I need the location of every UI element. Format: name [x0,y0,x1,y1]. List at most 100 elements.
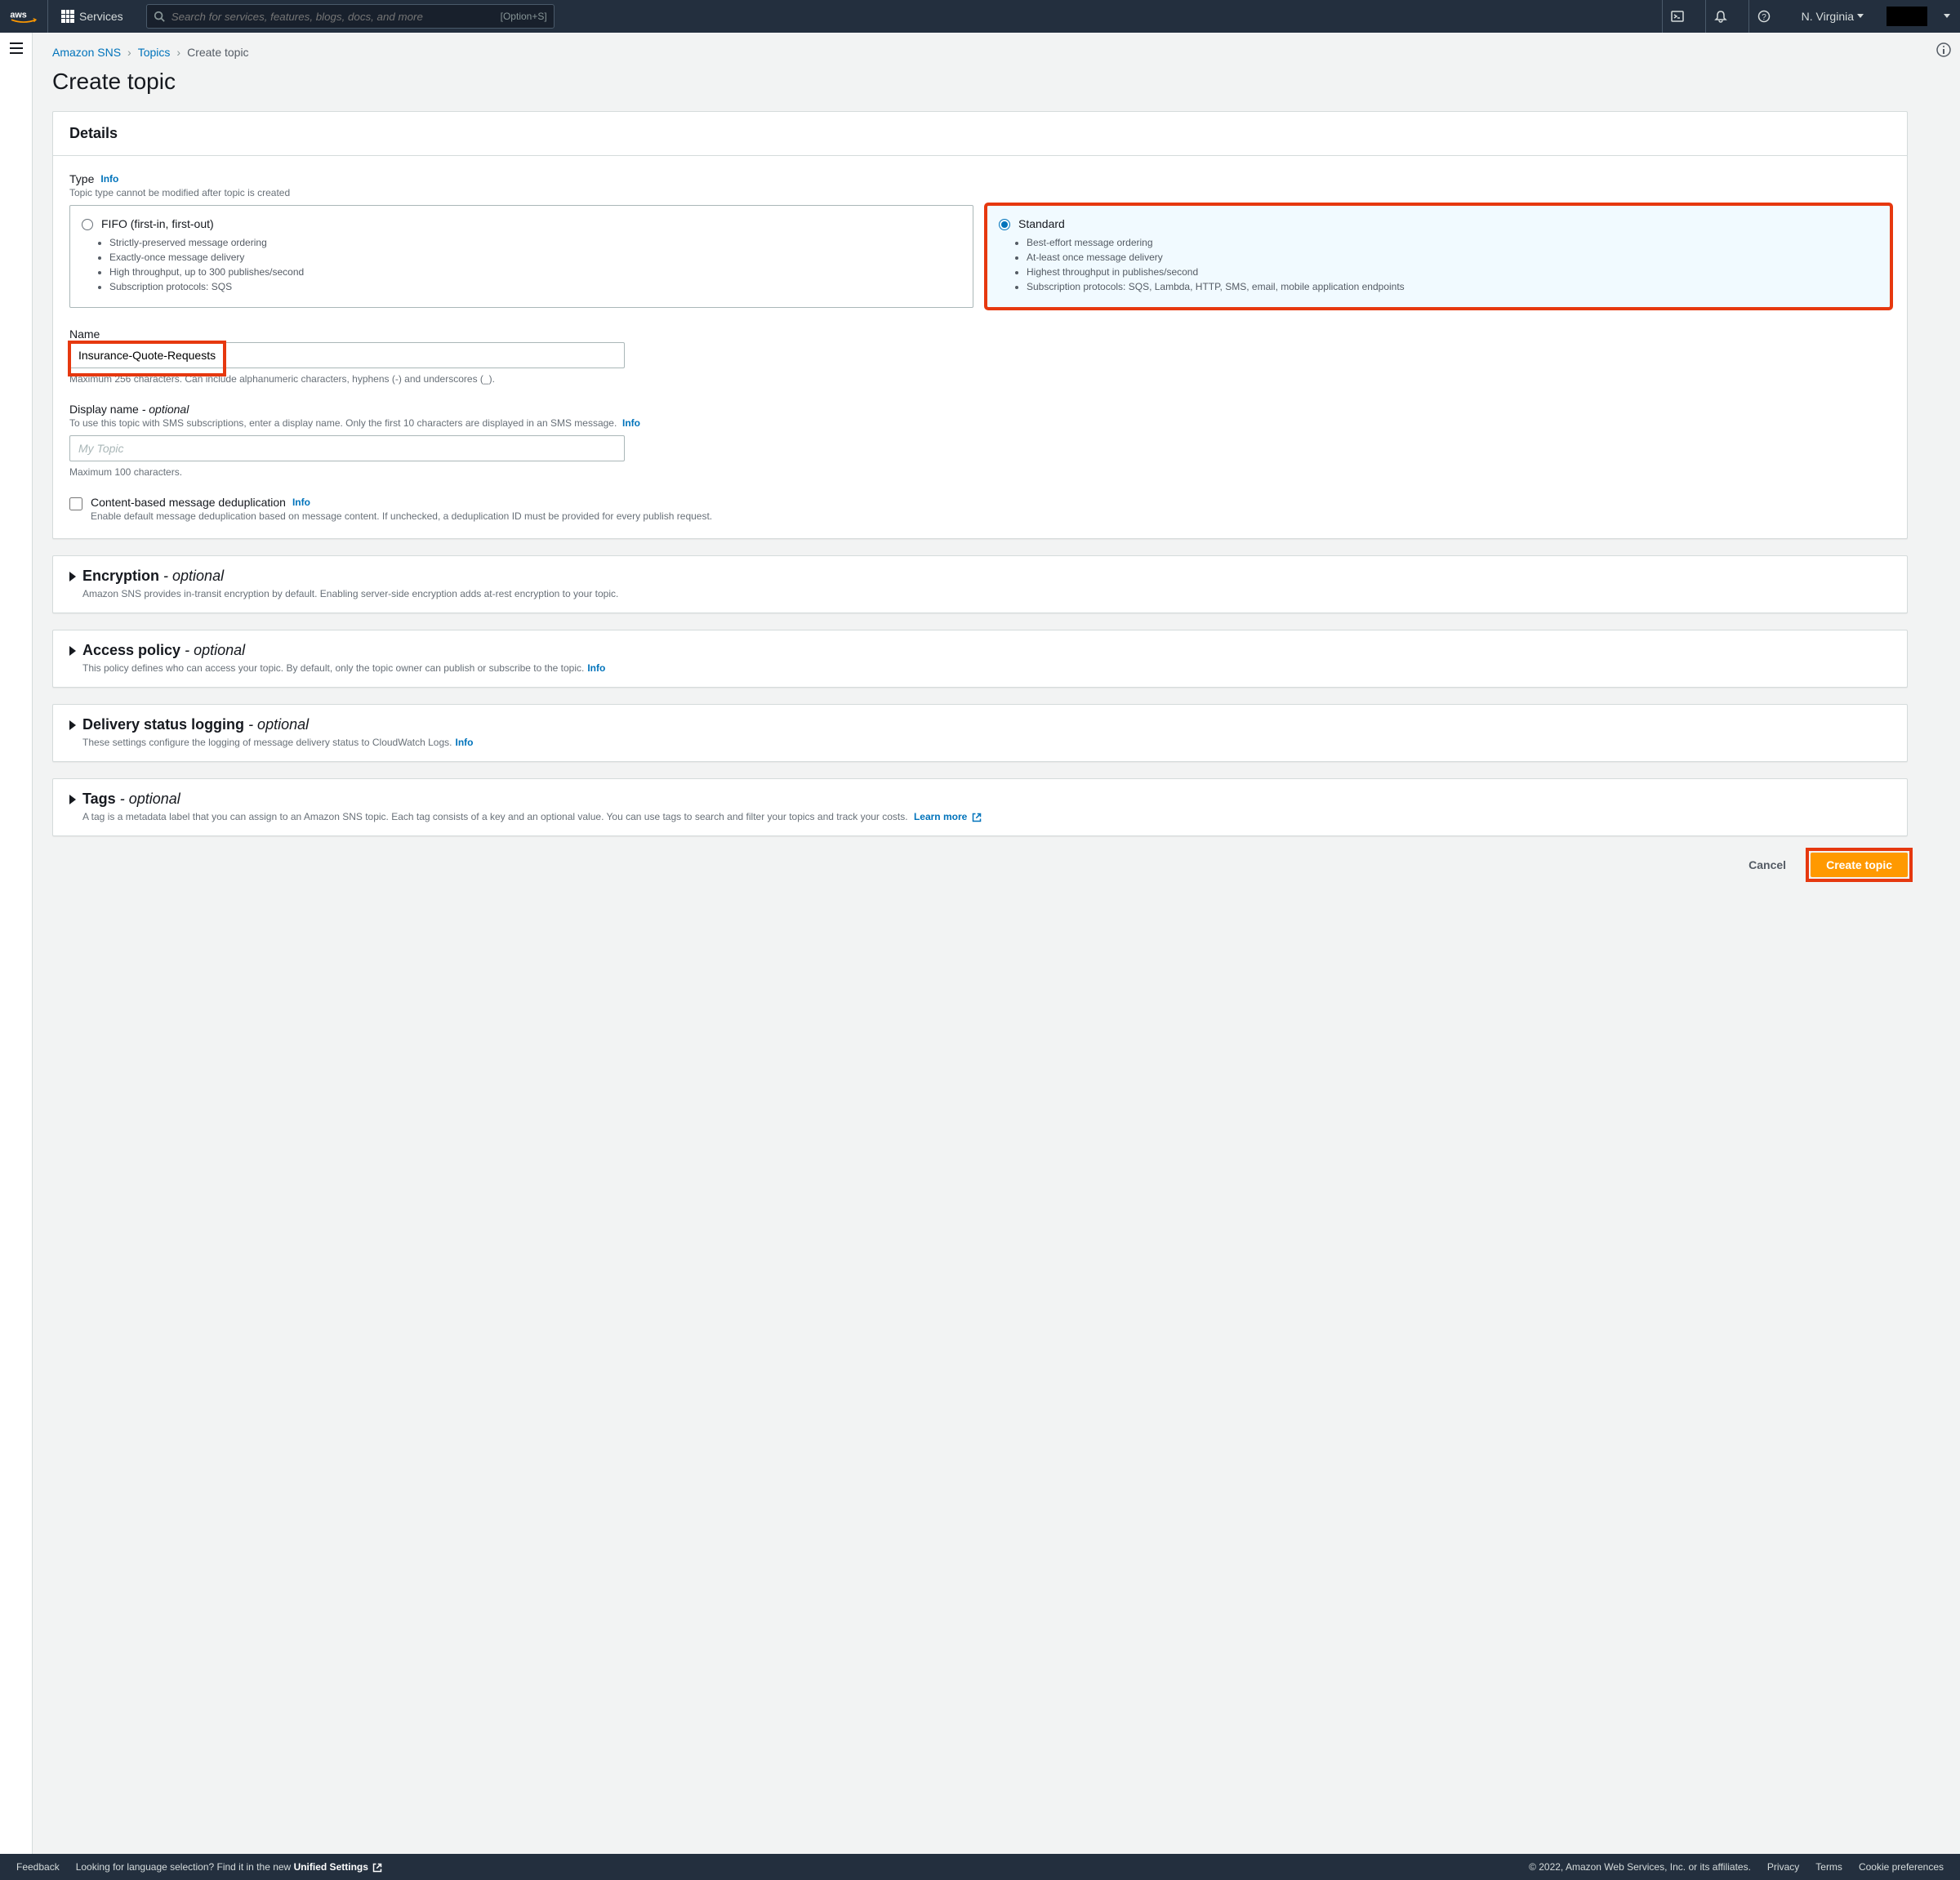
delivery-expander[interactable]: Delivery status logging - optional These… [52,704,1908,762]
type-info-link[interactable]: Info [100,173,118,185]
access-policy-info-link[interactable]: Info [587,662,605,674]
details-heading: Details [69,125,1891,142]
page-title: Create topic [52,69,1908,95]
search-input[interactable] [172,11,501,23]
account-menu[interactable] [1886,7,1927,26]
standard-bullet: Subscription protocols: SQS, Lambda, HTT… [1027,281,1878,292]
footer-copyright: © 2022, Amazon Web Services, Inc. or its… [1529,1861,1751,1873]
radio-fifo[interactable]: FIFO (first-in, first-out) Strictly-pres… [69,205,973,308]
notifications-button[interactable] [1705,0,1735,33]
delivery-title: Delivery status logging [82,716,244,733]
create-topic-button[interactable]: Create topic [1811,853,1908,877]
cloudshell-icon [1671,10,1684,23]
unified-settings-link[interactable]: Unified Settings [294,1861,383,1873]
feedback-link[interactable]: Feedback [16,1861,60,1873]
display-name-label: Display name - optional [69,403,189,416]
bell-icon [1714,10,1727,23]
svg-text:aws: aws [10,11,26,20]
chevron-right-icon: › [127,46,131,59]
services-menu[interactable]: Services [61,10,133,23]
dedup-info-link[interactable]: Info [292,497,310,508]
standard-bullet: Highest throughput in publishes/second [1027,266,1878,278]
cancel-button[interactable]: Cancel [1734,853,1801,876]
tags-learn-more-link[interactable]: Learn more [914,811,982,822]
delivery-desc: These settings configure the logging of … [82,737,452,748]
display-name-hint: To use this topic with SMS subscriptions… [69,417,1891,429]
help-icon: ? [1757,10,1771,23]
footer-lang-prompt: Looking for language selection? Find it … [76,1861,383,1873]
encryption-title: Encryption [82,568,159,584]
aws-logo[interactable]: aws [10,0,48,33]
fifo-bullet: Exactly-once message delivery [109,252,961,263]
standard-bullet: Best-effort message ordering [1027,237,1878,248]
tags-title: Tags [82,791,116,807]
privacy-link[interactable]: Privacy [1767,1861,1799,1873]
terms-link[interactable]: Terms [1815,1861,1842,1873]
display-name-info-link[interactable]: Info [622,417,640,429]
access-policy-optional: - optional [185,642,245,658]
breadcrumb-current: Create topic [187,46,248,59]
display-name-post-hint: Maximum 100 characters. [69,466,1891,478]
footer: Feedback Looking for language selection?… [0,1854,1960,1880]
fifo-bullet: Strictly-preserved message ordering [109,237,961,248]
delivery-optional: - optional [248,716,309,733]
sidebar-toggle[interactable] [10,42,23,1854]
region-selector[interactable]: N. Virginia [1792,10,1873,23]
breadcrumb: Amazon SNS › Topics › Create topic [52,46,1908,59]
right-rail [1927,33,1960,1854]
chevron-down-icon [1857,14,1864,19]
details-panel: Details Type Info Topic type cannot be m… [52,111,1908,539]
dedup-checkbox[interactable] [69,497,82,510]
details-header: Details [53,112,1907,156]
region-label: N. Virginia [1802,10,1854,23]
grid-icon [61,10,74,23]
left-rail [0,33,33,1854]
search-icon [154,11,165,22]
breadcrumb-link-topics[interactable]: Topics [138,46,171,59]
encryption-optional: - optional [163,568,224,584]
external-link-icon [972,813,982,822]
global-nav: aws Services [Option+S] ? N. Virginia [0,0,1960,33]
info-icon [1936,42,1951,57]
tags-desc: A tag is a metadata label that you can a… [82,811,908,822]
triangle-right-icon [69,795,76,804]
radio-fifo-title: FIFO (first-in, first-out) [101,217,214,230]
name-hint: Maximum 256 characters. Can include alph… [69,373,1891,385]
cloudshell-button[interactable] [1662,0,1692,33]
triangle-right-icon [69,646,76,656]
type-label: Type [69,172,94,185]
type-hint: Topic type cannot be modified after topi… [69,187,1891,198]
display-name-section: Display name - optional To use this topi… [69,403,1891,478]
chevron-down-icon [1944,14,1950,19]
encryption-desc: Amazon SNS provides in-transit encryptio… [82,588,1891,599]
encryption-expander[interactable]: Encryption - optional Amazon SNS provide… [52,555,1908,613]
name-input[interactable] [69,342,625,368]
services-label: Services [79,10,123,23]
dedup-desc: Enable default message deduplication bas… [91,510,712,522]
fifo-bullet: High throughput, up to 300 publishes/sec… [109,266,961,278]
chevron-right-icon: › [176,46,180,59]
standard-bullet: At-least once message delivery [1027,252,1878,263]
breadcrumb-link-sns[interactable]: Amazon SNS [52,46,121,59]
triangle-right-icon [69,572,76,581]
help-button[interactable]: ? [1748,0,1779,33]
hamburger-icon [10,42,23,54]
radio-icon [999,219,1010,230]
access-policy-desc: This policy defines who can access your … [82,662,584,674]
tags-expander[interactable]: Tags - optional A tag is a metadata labe… [52,778,1908,836]
radio-standard[interactable]: Standard Best-effort message ordering At… [987,205,1891,308]
name-section: Name Maximum 256 characters. Can include… [69,327,1891,385]
triangle-right-icon [69,720,76,730]
delivery-info-link[interactable]: Info [455,737,473,748]
action-bar: Cancel Create topic [52,853,1908,877]
tags-optional: - optional [120,791,180,807]
global-search[interactable]: [Option+S] [146,4,555,29]
info-panel-toggle[interactable] [1936,42,1951,1854]
main-content: Amazon SNS › Topics › Create topic Creat… [33,33,1927,1854]
external-link-icon [372,1863,382,1873]
search-shortcut: [Option+S] [501,11,547,22]
access-policy-expander[interactable]: Access policy - optional This policy def… [52,630,1908,688]
display-name-input[interactable] [69,435,625,461]
radio-standard-title: Standard [1018,217,1065,230]
cookie-preferences-link[interactable]: Cookie preferences [1859,1861,1944,1873]
